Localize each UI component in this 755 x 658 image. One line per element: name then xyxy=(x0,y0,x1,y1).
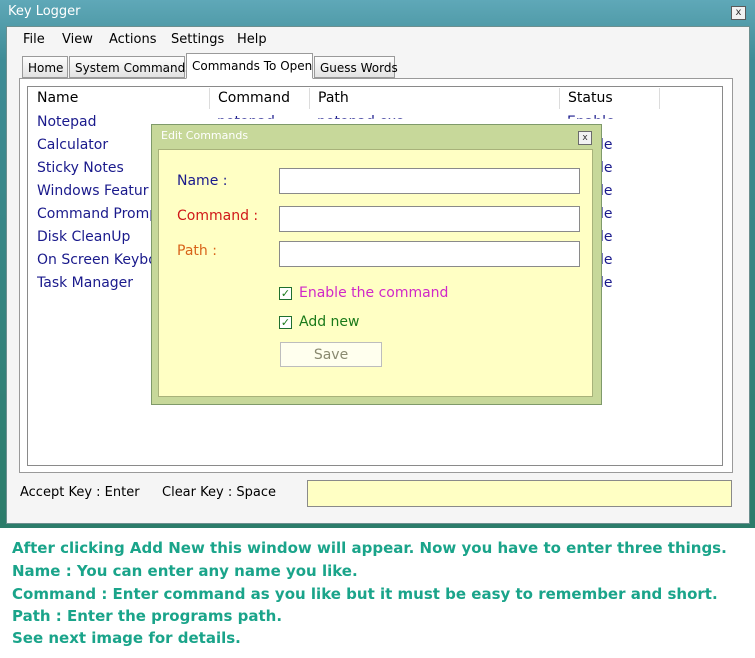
path-input[interactable] xyxy=(279,241,580,267)
add-new-checkbox[interactable]: ✓ xyxy=(279,316,292,329)
menu-help[interactable]: Help xyxy=(237,32,267,47)
tab-home[interactable]: Home xyxy=(22,56,68,78)
menu-view[interactable]: View xyxy=(62,32,93,47)
enable-command-checkbox[interactable]: ✓ xyxy=(279,287,292,300)
column-header-name[interactable]: Name xyxy=(29,88,210,109)
column-header-path[interactable]: Path xyxy=(310,88,560,109)
caption-line: Path : Enter the programs path. xyxy=(12,607,283,625)
name-input[interactable] xyxy=(279,168,580,194)
tab-guess-words[interactable]: Guess Words xyxy=(314,56,398,78)
column-header-command[interactable]: Command xyxy=(210,88,310,109)
caption-line: After clicking Add New this window will … xyxy=(12,539,727,557)
add-new-label[interactable]: Add new xyxy=(299,314,360,330)
tab-system-commands[interactable]: System Commands xyxy=(69,56,192,78)
title-bar[interactable] xyxy=(0,0,755,24)
save-button[interactable]: Save xyxy=(280,342,382,367)
caption-line: Name : You can enter any name you like. xyxy=(12,562,358,580)
caption-line: See next image for details. xyxy=(12,629,241,647)
enable-command-label[interactable]: Enable the command xyxy=(299,285,448,301)
path-label: Path : xyxy=(177,243,217,259)
menu-actions[interactable]: Actions xyxy=(109,32,157,47)
caption-line: Command : Enter command as you like but … xyxy=(12,585,718,603)
dialog-close-icon[interactable]: x xyxy=(578,131,592,145)
name-label: Name : xyxy=(177,173,228,189)
column-header-status[interactable]: Status xyxy=(560,88,660,109)
menu-file[interactable]: File xyxy=(23,32,45,47)
close-icon[interactable]: x xyxy=(731,6,746,20)
key-input-box[interactable] xyxy=(307,480,732,507)
clear-key-label: Clear Key : Space xyxy=(162,485,276,500)
command-input[interactable] xyxy=(279,206,580,232)
tab-commands-to-open[interactable]: Commands To Open xyxy=(186,53,313,79)
command-label: Command : xyxy=(177,208,259,224)
accept-key-label: Accept Key : Enter xyxy=(20,485,140,500)
window-title: Key Logger xyxy=(8,4,81,19)
menu-settings[interactable]: Settings xyxy=(171,32,224,47)
dialog-title: Edit Commands xyxy=(161,129,249,142)
